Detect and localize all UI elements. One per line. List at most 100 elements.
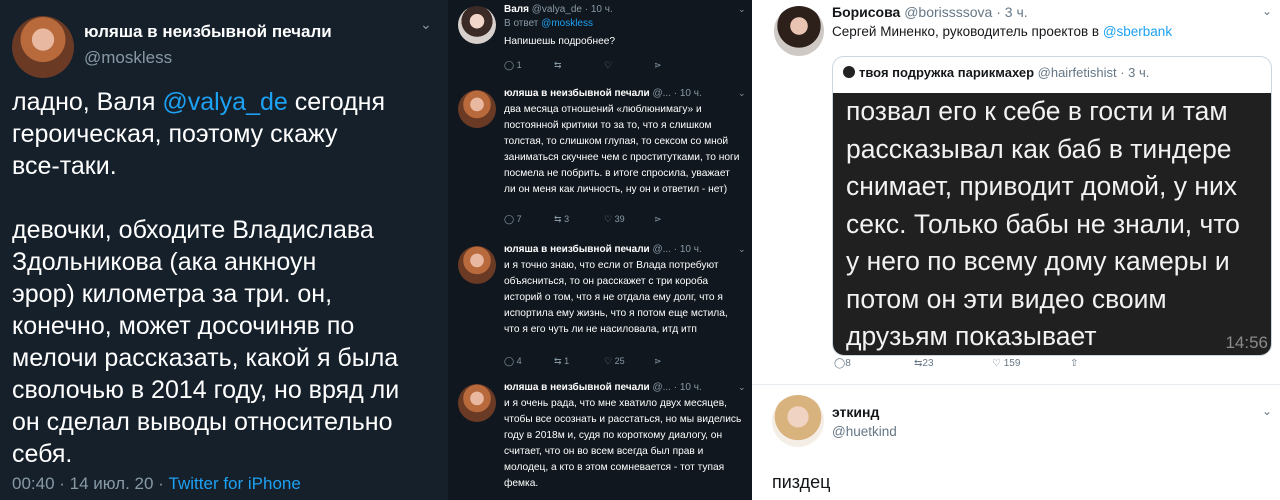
- author-name[interactable]: Борисова: [832, 4, 900, 20]
- reply-button[interactable]: ◯ 4: [504, 356, 522, 367]
- tweet-text: и я точно знаю, что если от Влада потреб…: [504, 260, 728, 335]
- chevron-down-icon[interactable]: ⌄: [1262, 4, 1272, 18]
- chevron-down-icon[interactable]: ⌄: [420, 16, 432, 33]
- avatar[interactable]: [458, 246, 496, 284]
- share-icon: ⋗: [654, 60, 662, 70]
- chevron-down-icon[interactable]: ⌄: [738, 88, 746, 99]
- tweet-actions: ◯ 7 ⇆ 3 ♡ 39 ⋗: [504, 214, 704, 228]
- reply-author-handle[interactable]: @huetkind: [832, 424, 897, 439]
- avatar[interactable]: [458, 90, 496, 128]
- tweet-text: Сергей Миненко, руководитель проектов в …: [832, 24, 1172, 39]
- light-tweet-panel: Борисова @borissssova · 3 ч. ⌄ Сергей Ми…: [752, 0, 1280, 500]
- handle-time: @... · 10 ч.: [649, 382, 702, 393]
- dark-tweet-panel: юляша в неизбывной печали @moskless ⌄ ла…: [0, 0, 448, 500]
- timestamp[interactable]: 00:40 · 14 июл. 20 ·: [12, 474, 169, 493]
- handle-time: @... · 10 ч.: [649, 88, 702, 99]
- quote-header: твоя подружка парикмахер @hairfetishist …: [843, 65, 1149, 80]
- like-count: 159: [1003, 358, 1021, 369]
- chevron-down-icon[interactable]: ⌄: [1262, 404, 1272, 418]
- mention-link[interactable]: @sberbank: [1103, 24, 1172, 39]
- tweet-actions: ◯ 4 ⇆ 1 ♡ 25 ⋗: [504, 356, 704, 370]
- share-button[interactable]: ⋗: [654, 60, 662, 71]
- thread-panel: Валя @valya_de · 10 ч. В ответ @moskless…: [448, 0, 752, 500]
- photo-timestamp: 14:56: [1225, 333, 1268, 352]
- avatar[interactable]: [458, 384, 496, 422]
- tweet-text: Напишешь подробнее?: [504, 36, 616, 47]
- mention-link[interactable]: @valya_de: [162, 88, 287, 116]
- tweet-header: Валя @valya_de · 10 ч.: [504, 4, 613, 15]
- author-name[interactable]: юляша в неизбывной печали: [504, 244, 650, 255]
- reply-button[interactable]: ◯ 1: [504, 60, 522, 71]
- thread-tweet[interactable]: юляша в неизбывной печали @... · 10 ч. и…: [448, 378, 752, 500]
- like-button[interactable]: ♡: [604, 60, 612, 71]
- chevron-down-icon[interactable]: ⌄: [738, 382, 746, 393]
- reply-count: 1: [516, 60, 522, 70]
- like-icon: ♡: [604, 356, 613, 366]
- reply-count: 4: [516, 356, 522, 366]
- reply-to-link[interactable]: @moskless: [541, 18, 593, 29]
- quote-photo[interactable]: позвал его к себе в гости и там рассказы…: [833, 93, 1271, 355]
- tweet-meta: 00:40 · 14 июл. 20 · Twitter for iPhone: [12, 474, 301, 494]
- source-link[interactable]: Twitter for iPhone: [169, 474, 301, 493]
- author-name[interactable]: Валя: [504, 4, 529, 15]
- tweet-text: и я очень рада, что мне хватило двух мес…: [504, 398, 742, 489]
- reply-button[interactable]: ◯ 7: [504, 214, 522, 225]
- tweet-text-part: сегодня героическая, поэтому скажу все-т…: [12, 88, 400, 468]
- photo-text: позвал его к себе в гости и там рассказы…: [846, 96, 1240, 351]
- reply-icon: ◯: [504, 214, 515, 224]
- reply-author-name[interactable]: эткинд: [832, 404, 879, 420]
- like-button[interactable]: ♡ 25: [604, 356, 625, 367]
- author-name[interactable]: юляша в неизбывной печали: [504, 88, 650, 99]
- retweet-button[interactable]: ⇆ 1: [554, 356, 569, 367]
- tweet-header: юляша в неизбывной печали @... · 10 ч.: [504, 244, 702, 255]
- quoted-tweet[interactable]: твоя подружка парикмахер @hairfetishist …: [832, 56, 1272, 356]
- reply-button[interactable]: ◯8: [834, 358, 851, 369]
- tweet-text-part: Сергей Миненко, руководитель проектов в: [832, 24, 1103, 39]
- divider: [752, 384, 1280, 385]
- like-button[interactable]: ♡ 39: [604, 214, 625, 225]
- retweet-icon: ⇆: [554, 356, 562, 366]
- tweet-header: юляша в неизбывной печали @... · 10 ч.: [504, 382, 702, 393]
- retweet-button[interactable]: ⇆: [554, 60, 562, 71]
- tweet-text-part: ладно, Валя: [12, 88, 163, 116]
- chevron-down-icon[interactable]: ⌄: [738, 244, 746, 255]
- avatar: [843, 66, 855, 78]
- retweet-button[interactable]: ⇆23: [914, 358, 934, 369]
- share-button[interactable]: ⋗: [654, 214, 662, 225]
- share-icon: ⋗: [654, 214, 662, 224]
- share-button[interactable]: ⇧: [1070, 358, 1078, 369]
- avatar[interactable]: [12, 16, 74, 78]
- reply-text: пиздец: [772, 472, 831, 492]
- author-name[interactable]: юляша в неизбывной печали: [504, 382, 650, 393]
- handle-time: @... · 10 ч.: [649, 244, 702, 255]
- like-icon: ♡: [604, 214, 613, 224]
- share-icon: ⇧: [1070, 358, 1079, 369]
- thread-tweet[interactable]: Валя @valya_de · 10 ч. В ответ @moskless…: [448, 0, 752, 78]
- retweet-icon: ⇆: [554, 214, 562, 224]
- handle-time: @borissssova · 3 ч.: [900, 4, 1028, 20]
- retweet-icon: ⇆: [554, 60, 562, 70]
- tweet-header: юляша в неизбывной печали @... · 10 ч.: [504, 88, 702, 99]
- avatar[interactable]: [772, 395, 824, 447]
- author-name[interactable]: юляша в неизбывной печали: [84, 22, 332, 42]
- tweet-header: Борисова @borissssova · 3 ч.: [832, 4, 1028, 20]
- share-icon: ⋗: [654, 356, 662, 366]
- like-button[interactable]: ♡ 159: [992, 358, 1020, 369]
- reply-prefix: В ответ: [504, 18, 542, 29]
- quote-handle-time: @hairfetishist · 3 ч.: [1034, 65, 1150, 80]
- tweet-text: ладно, Валя @valya_de сегодня героическа…: [12, 86, 442, 470]
- like-count: 39: [614, 214, 625, 224]
- avatar[interactable]: [458, 6, 496, 44]
- thread-tweet[interactable]: юляша в неизбывной печали @... · 10 ч. и…: [448, 240, 752, 374]
- reply-icon: ◯: [834, 358, 846, 369]
- author-handle[interactable]: @moskless: [84, 48, 172, 68]
- retweet-button[interactable]: ⇆ 3: [554, 214, 569, 225]
- quote-author[interactable]: твоя подружка парикмахер: [859, 65, 1034, 80]
- avatar[interactable]: [774, 6, 824, 56]
- thread-tweet[interactable]: юляша в неизбывной печали @... · 10 ч. д…: [448, 84, 752, 234]
- reply-count: 8: [845, 358, 851, 369]
- chevron-down-icon[interactable]: ⌄: [738, 4, 746, 15]
- share-button[interactable]: ⋗: [654, 356, 662, 367]
- reply-icon: ◯: [504, 356, 515, 366]
- reply-context: В ответ @moskless: [504, 18, 593, 29]
